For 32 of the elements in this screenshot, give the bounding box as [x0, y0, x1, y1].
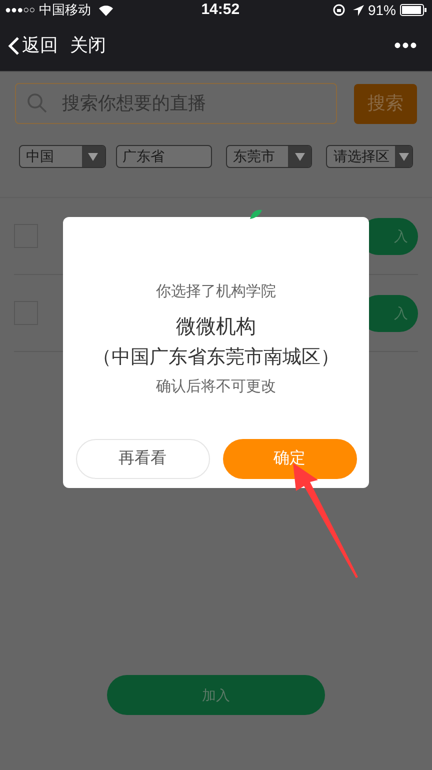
- back-button[interactable]: 返回: [8, 32, 58, 59]
- dialog-warning: 确认后将不可更改: [156, 377, 276, 397]
- institution-location: （中国广东省东莞市南城区）: [92, 346, 340, 370]
- chevron-left-icon: [8, 36, 20, 56]
- cancel-button[interactable]: 再看看: [76, 438, 210, 478]
- location-arrow-icon: [352, 4, 364, 16]
- join-button[interactable]: 加入: [107, 675, 325, 715]
- more-button[interactable]: •••: [394, 36, 418, 56]
- close-button[interactable]: 关闭: [70, 32, 106, 59]
- search-icon: [27, 93, 47, 113]
- dropdown-toggle[interactable]: [82, 146, 105, 167]
- battery-icon: [400, 4, 427, 16]
- leaf-icon: [250, 209, 262, 219]
- caret-icon: [294, 152, 305, 160]
- region-dropdown[interactable]: 中国: [19, 145, 106, 168]
- dropdown-toggle[interactable]: [288, 146, 312, 167]
- caret-icon: [88, 152, 98, 160]
- caret-icon: [398, 152, 409, 160]
- clock-time: 14:52: [201, 0, 240, 20]
- region-dropdown[interactable]: 广东省: [116, 145, 212, 168]
- carrier-name: 中国移动: [39, 1, 92, 20]
- search-button[interactable]: 搜索: [354, 84, 417, 124]
- dialog-intro: 你选择了机构学院: [156, 282, 276, 302]
- wifi-icon: [99, 4, 114, 16]
- rotation-lock-icon: [332, 4, 345, 16]
- confirm-button[interactable]: 确定: [222, 438, 356, 478]
- signal-strength: ●●●○○: [5, 4, 36, 18]
- region-dropdown[interactable]: 请选择区: [326, 145, 414, 168]
- dropdown-toggle[interactable]: [395, 146, 412, 167]
- battery-percentage: 91%: [368, 0, 396, 20]
- institution-name: 微微机构: [176, 314, 256, 340]
- region-dropdown[interactable]: 东莞市: [226, 145, 312, 168]
